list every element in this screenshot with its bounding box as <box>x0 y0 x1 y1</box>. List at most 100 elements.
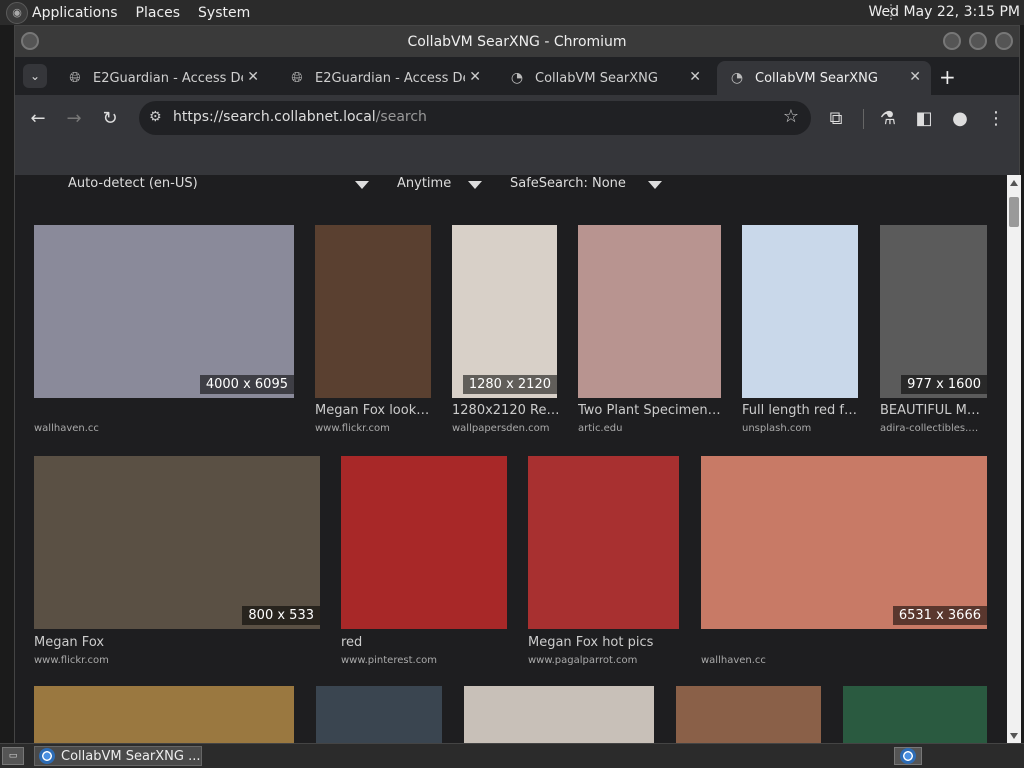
image-result-6[interactable]: 977 x 1600 BEAUTIFUL M… adira-collectibl… <box>880 225 987 435</box>
workspace-switcher-icon[interactable] <box>894 747 922 765</box>
result-title[interactable]: Two Plant Specimens … <box>578 403 721 418</box>
result-thumbnail[interactable] <box>578 225 721 398</box>
result-thumbnail[interactable] <box>464 686 654 744</box>
forward-arrow-icon[interactable]: → <box>63 107 85 129</box>
result-title[interactable]: Megan Fox hot pics <box>528 635 679 650</box>
result-thumbnail[interactable] <box>34 225 294 398</box>
kebab-menu-icon[interactable]: ⋮ <box>985 107 1007 129</box>
image-dimensions: 977 x 1600 <box>901 375 987 394</box>
result-thumbnail[interactable] <box>34 686 294 744</box>
image-result-10[interactable]: 6531 x 3666 wallhaven.cc <box>701 456 987 666</box>
image-result-12[interactable] <box>316 686 442 744</box>
maximize-button[interactable] <box>969 32 987 50</box>
tab-e2guardian-2[interactable]: 🌐︎ E2Guardian - Access Denied ✕ <box>277 61 491 95</box>
tab-e2guardian-1[interactable]: 🌐︎ E2Guardian - Access Denied ✕ <box>55 61 269 95</box>
result-source[interactable]: unsplash.com <box>742 423 858 434</box>
result-thumbnail[interactable] <box>315 225 431 398</box>
image-result-7[interactable]: 800 x 533 Megan Fox www.flickr.com <box>34 456 320 666</box>
result-thumbnail[interactable] <box>701 456 987 629</box>
result-source[interactable]: wallhaven.cc <box>701 655 987 666</box>
scroll-up-arrow-icon[interactable] <box>1010 180 1018 186</box>
extensions-puzzle-icon[interactable]: ⧉ <box>825 107 847 129</box>
result-thumbnail[interactable] <box>843 686 987 744</box>
image-result-15[interactable] <box>843 686 987 744</box>
safesearch-select[interactable]: SafeSearch: None <box>510 176 626 191</box>
result-source[interactable]: artic.edu <box>578 423 721 434</box>
distro-logo-icon[interactable]: ◉ <box>6 1 28 24</box>
image-result-11[interactable] <box>34 686 294 744</box>
url-text[interactable]: https://search.collabnet.local/search <box>173 109 427 125</box>
labs-flask-icon[interactable]: ⚗ <box>877 107 899 129</box>
side-panel-icon[interactable]: ◧ <box>913 107 935 129</box>
image-result-4[interactable]: Two Plant Specimens … artic.edu <box>578 225 721 435</box>
taskbar-window-button[interactable]: CollabVM SearXNG ... <box>34 746 202 766</box>
result-thumbnail[interactable] <box>880 225 987 398</box>
close-tab-icon[interactable]: ✕ <box>247 69 259 85</box>
address-bar[interactable]: ⚙ https://search.collabnet.local/search … <box>139 101 811 135</box>
safesearch-caret-icon[interactable] <box>648 181 662 189</box>
menu-applications[interactable]: Applications <box>32 5 118 21</box>
toolbar-divider <box>863 109 864 129</box>
result-source[interactable]: www.pinterest.com <box>341 655 507 666</box>
result-thumbnail[interactable] <box>742 225 858 398</box>
url-host: https://search.collabnet.local <box>173 109 376 125</box>
language-caret-icon[interactable] <box>355 181 369 189</box>
close-window-button[interactable] <box>995 32 1013 50</box>
result-title[interactable]: Megan Fox <box>34 635 320 650</box>
new-tab-plus-icon[interactable]: + <box>939 65 956 89</box>
close-tab-icon[interactable]: ✕ <box>469 69 481 85</box>
scroll-thumb[interactable] <box>1009 197 1019 227</box>
menu-places[interactable]: Places <box>136 5 181 21</box>
result-title[interactable]: Full length red fox… <box>742 403 858 418</box>
tab-searxng-active[interactable]: ◔ CollabVM SearXNG ✕ <box>717 61 931 95</box>
tab-search-button[interactable]: ⌄ <box>23 64 47 88</box>
result-source[interactable]: wallhaven.cc <box>34 423 294 434</box>
image-result-13[interactable] <box>464 686 654 744</box>
time-range-select[interactable]: Anytime <box>397 176 451 191</box>
image-result-3[interactable]: 1280 x 2120 1280x2120 Res… wallpapersden… <box>452 225 562 435</box>
image-result-9[interactable]: Megan Fox hot pics www.pagalparrot.com <box>528 456 679 666</box>
result-source[interactable]: adira-collectibles.my… <box>880 423 987 434</box>
result-source[interactable]: www.flickr.com <box>315 423 431 434</box>
close-tab-icon[interactable]: ✕ <box>909 69 921 85</box>
show-desktop-icon[interactable]: ▭ <box>2 747 24 765</box>
reload-icon[interactable]: ↻ <box>99 107 121 129</box>
result-thumbnail[interactable] <box>676 686 821 744</box>
result-thumbnail[interactable] <box>452 225 557 398</box>
browser-window: CollabVM SearXNG - Chromium ⌄ 🌐︎ E2Guard… <box>14 25 1021 744</box>
minimize-button[interactable] <box>943 32 961 50</box>
result-thumbnail[interactable] <box>316 686 442 744</box>
tab-label: E2Guardian - Access Denied <box>93 70 243 86</box>
image-result-2[interactable]: Megan Fox lookin… www.flickr.com <box>315 225 431 435</box>
result-source[interactable]: www.flickr.com <box>34 655 320 666</box>
image-result-1[interactable]: 4000 x 6095 wallhaven.cc <box>34 225 294 435</box>
profile-avatar-icon[interactable]: ● <box>949 107 971 129</box>
scroll-down-arrow-icon[interactable] <box>1010 733 1018 739</box>
result-thumbnail[interactable] <box>34 456 320 629</box>
window-titlebar[interactable]: CollabVM SearXNG - Chromium <box>15 26 1019 57</box>
language-select[interactable]: Auto-detect (en-US) <box>68 176 198 191</box>
site-info-icon[interactable]: ⚙ <box>149 109 162 125</box>
menu-system[interactable]: System <box>198 5 250 21</box>
time-caret-icon[interactable] <box>468 181 482 189</box>
close-tab-icon[interactable]: ✕ <box>689 69 701 85</box>
page-scrollbar[interactable] <box>1007 175 1021 744</box>
bookmark-star-icon[interactable]: ☆ <box>783 106 799 127</box>
tab-searxng-1[interactable]: ◔ CollabVM SearXNG ✕ <box>497 61 711 95</box>
image-result-8[interactable]: red www.pinterest.com <box>341 456 507 666</box>
image-result-5[interactable]: Full length red fox… unsplash.com <box>742 225 858 435</box>
result-source[interactable]: wallpapersden.com <box>452 423 562 434</box>
result-title[interactable]: Megan Fox lookin… <box>315 403 431 418</box>
result-thumbnail[interactable] <box>528 456 679 629</box>
result-source[interactable]: www.pagalparrot.com <box>528 655 679 666</box>
clock[interactable]: Wed May 22, 3:15 PM <box>869 4 1021 20</box>
back-arrow-icon[interactable]: ← <box>27 107 49 129</box>
result-title[interactable]: 1280x2120 Res… <box>452 403 562 418</box>
result-thumbnail[interactable] <box>341 456 507 629</box>
result-title[interactable]: BEAUTIFUL M… <box>880 403 987 418</box>
taskbar-window-label: CollabVM SearXNG ... <box>61 748 201 764</box>
url-path: /search <box>375 109 427 125</box>
image-result-14[interactable] <box>676 686 821 744</box>
window-menu-button[interactable] <box>21 32 39 50</box>
result-title[interactable]: red <box>341 635 507 650</box>
